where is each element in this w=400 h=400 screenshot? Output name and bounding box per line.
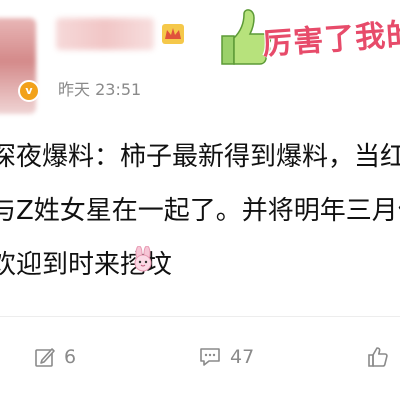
action-bar-divider: [0, 316, 400, 317]
post-header: v 昨天 23:51 厉害了我的: [0, 0, 400, 114]
post-body: 深夜爆料：柿子最新得到爆料，当红小鲜肉L 与Z姓女星在一起了。并将明年三月份左右…: [0, 126, 400, 276]
repost-count: 6: [64, 346, 77, 368]
bunny-emoji-icon: [134, 246, 152, 272]
repost-icon: [35, 348, 55, 367]
repost-button[interactable]: 6: [34, 342, 76, 372]
comment-button[interactable]: 47: [198, 342, 254, 372]
comment-count: 47: [230, 346, 255, 368]
crown-icon: [162, 24, 184, 44]
username-blurred[interactable]: [56, 18, 154, 50]
comment-icon: [200, 348, 220, 366]
action-bar: 6 47: [0, 330, 400, 390]
like-button[interactable]: [366, 342, 390, 372]
post-text-line: 深夜爆料：柿子最新得到爆料，当红小鲜肉L: [0, 142, 400, 172]
verified-badge-icon: v: [18, 80, 40, 102]
thumbs-up-icon: [368, 347, 388, 367]
post-timestamp: 昨天 23:51: [58, 80, 142, 99]
post-text-line: 与Z姓女星在一起了。并将明年三月份左右公: [0, 196, 400, 226]
